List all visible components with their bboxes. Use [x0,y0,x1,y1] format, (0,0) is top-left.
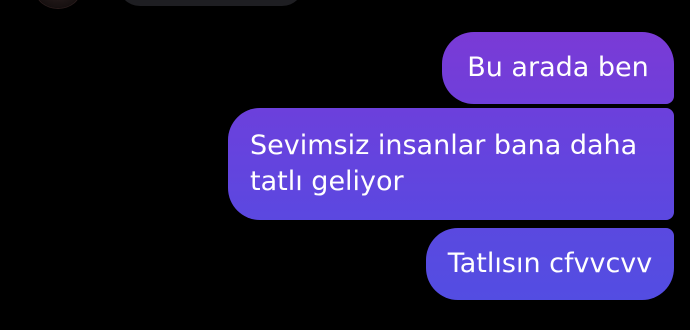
message-text: Bu arada ben [467,52,649,83]
outgoing-message-bubble[interactable]: Tatlısın cfvvcvv [426,228,674,300]
outgoing-message-bubble[interactable]: Bu arada ben [442,32,674,104]
message-text-line: tatlı geliyor [250,166,404,197]
outgoing-message-bubble[interactable]: Sevimsiz insanlar bana daha tatlı geliyo… [228,108,674,220]
incoming-message-bubble[interactable] [118,0,304,6]
chat-thread[interactable]: Bu arada ben Sevimsiz insanlar bana daha… [0,0,690,330]
message-text: Tatlısın cfvvcvv [447,248,653,279]
message-text-line: Sevimsiz insanlar bana daha [250,130,638,161]
contact-avatar[interactable] [36,0,80,8]
